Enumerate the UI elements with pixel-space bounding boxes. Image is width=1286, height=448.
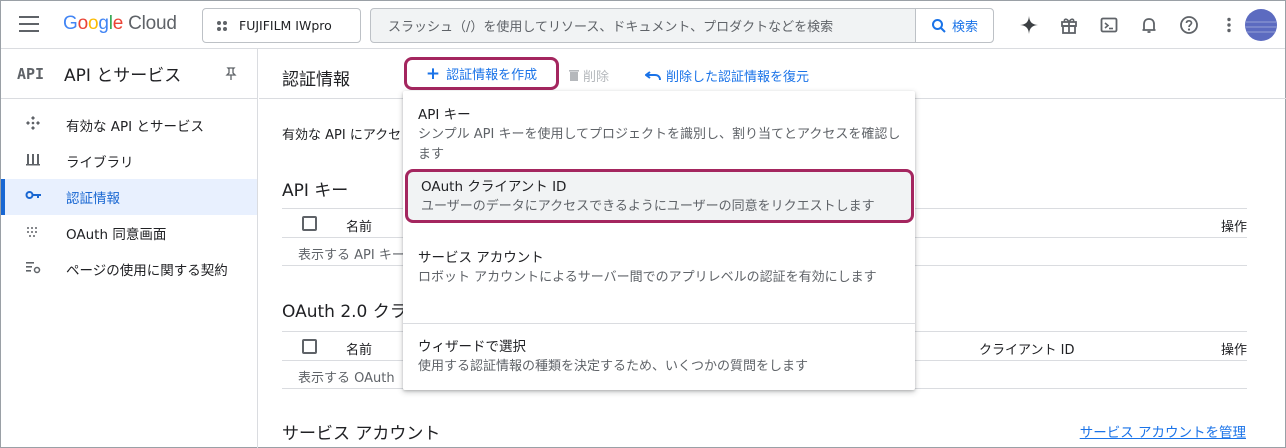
restore-deleted-button[interactable]: 削除した認証情報を復元 — [644, 66, 809, 85]
manage-service-accounts-link[interactable]: サービス アカウントを管理 — [1080, 421, 1246, 441]
search-button[interactable]: 検索 — [915, 9, 993, 42]
project-icon — [217, 20, 227, 31]
sidebar: API API とサービス 有効な API とサービス ライブラリ 認証情報 O… — [1, 49, 258, 448]
key-icon — [25, 189, 66, 205]
create-credentials-button[interactable]: + 認証情報を作成 — [404, 57, 559, 90]
bell-icon[interactable] — [1129, 12, 1169, 38]
create-credentials-menu: API キー シンプル API キーを使用してプロジェクトを識別し、割り当てとア… — [403, 91, 915, 390]
search-input[interactable]: スラッシュ（/）を使用してリソース、ドキュメント、プロダクトなどを検索 — [371, 16, 915, 35]
undo-icon — [644, 71, 661, 81]
project-name: FUJIFILM IWpro — [239, 18, 332, 33]
avatar[interactable] — [1245, 9, 1277, 41]
service-accounts-heading: サービス アカウント — [282, 424, 441, 444]
api-icon — [25, 115, 66, 135]
select-all-checkbox[interactable] — [302, 339, 317, 354]
sidebar-item-page-usage[interactable]: ページの使用に関する契約 — [1, 251, 257, 287]
pin-icon[interactable] — [225, 67, 237, 85]
intro-text: 有効な API にアクセ — [282, 128, 402, 143]
api-logo-icon: API — [17, 64, 45, 83]
terminal-icon[interactable] — [1089, 12, 1129, 38]
delete-button[interactable]: 削除 — [568, 66, 609, 85]
menu-item-oauth-client-id[interactable]: OAuth クライアント ID ユーザーのデータにアクセスできるようにユーザーの… — [405, 169, 914, 223]
consent-icon — [25, 223, 66, 243]
sidebar-header: API API とサービス — [1, 49, 257, 99]
sidebar-item-enabled-apis[interactable]: 有効な API とサービス — [1, 107, 257, 143]
sidebar-item-library[interactable]: ライブラリ — [1, 143, 257, 179]
main-menu-icon[interactable] — [19, 16, 39, 34]
spark-icon[interactable] — [1009, 12, 1049, 38]
oauth-heading: OAuth 2.0 クラ — [282, 302, 407, 322]
google-cloud-logo[interactable]: Google Cloud — [63, 13, 177, 35]
menu-item-api-key[interactable]: API キー シンプル API キーを使用してプロジェクトを識別し、割り当てとア… — [403, 105, 915, 165]
menu-item-wizard[interactable]: ウィザードで選択 使用する認証情報の種類を決定するため、いくつかの質問をします — [403, 337, 915, 377]
page-title: 認証情報 — [282, 70, 350, 90]
project-selector[interactable]: FUJIFILM IWpro — [202, 8, 361, 43]
search-bar[interactable]: スラッシュ（/）を使用してリソース、ドキュメント、プロダクトなどを検索 検索 — [370, 8, 994, 43]
settings-list-icon — [25, 259, 66, 279]
sidebar-title: API とサービス — [64, 66, 182, 86]
more-vert-icon[interactable] — [1209, 12, 1249, 38]
library-icon — [25, 151, 66, 171]
top-bar: Google Cloud FUJIFILM IWpro スラッシュ（/）を使用して… — [1, 1, 1285, 49]
plus-icon: + — [425, 63, 441, 84]
gift-icon[interactable] — [1049, 12, 1089, 38]
menu-item-service-account[interactable]: サービス アカウント ロボット アカウントによるサーバー間でのアプリレベルの認証… — [403, 248, 915, 288]
search-icon — [931, 18, 946, 33]
trash-icon — [569, 70, 579, 81]
sidebar-item-oauth-consent[interactable]: OAuth 同意画面 — [1, 215, 257, 251]
api-keys-heading: API キー — [282, 181, 349, 201]
sidebar-item-credentials[interactable]: 認証情報 — [1, 179, 257, 215]
select-all-checkbox[interactable] — [302, 216, 317, 231]
menu-divider — [403, 323, 915, 324]
help-icon[interactable] — [1169, 12, 1209, 38]
